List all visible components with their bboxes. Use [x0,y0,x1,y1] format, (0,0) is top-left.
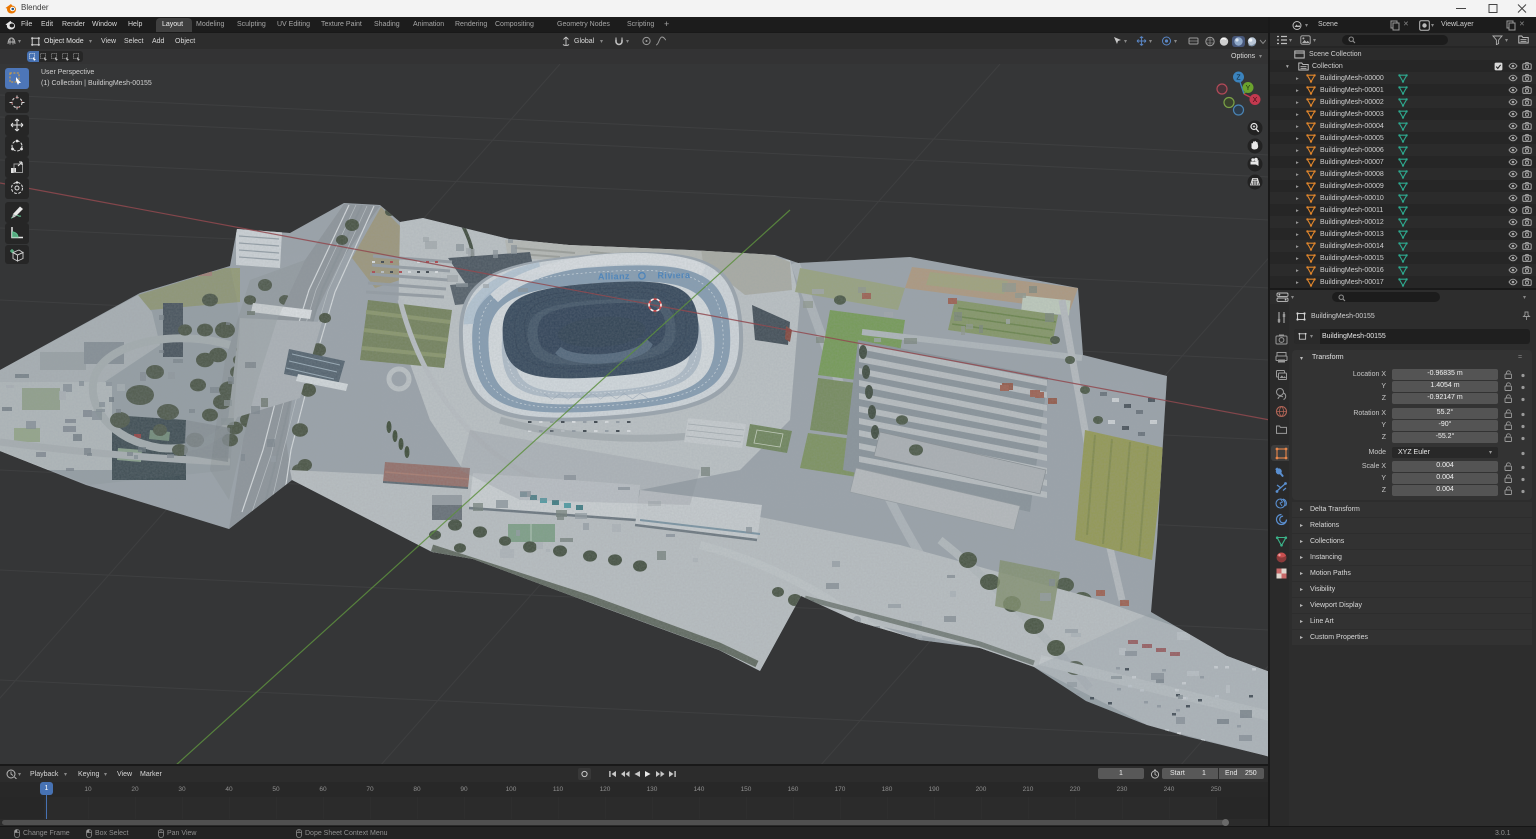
svg-text:X: X [1253,97,1258,104]
svg-text:Y: Y [1246,85,1251,92]
svg-text:Z: Z [1236,75,1241,82]
